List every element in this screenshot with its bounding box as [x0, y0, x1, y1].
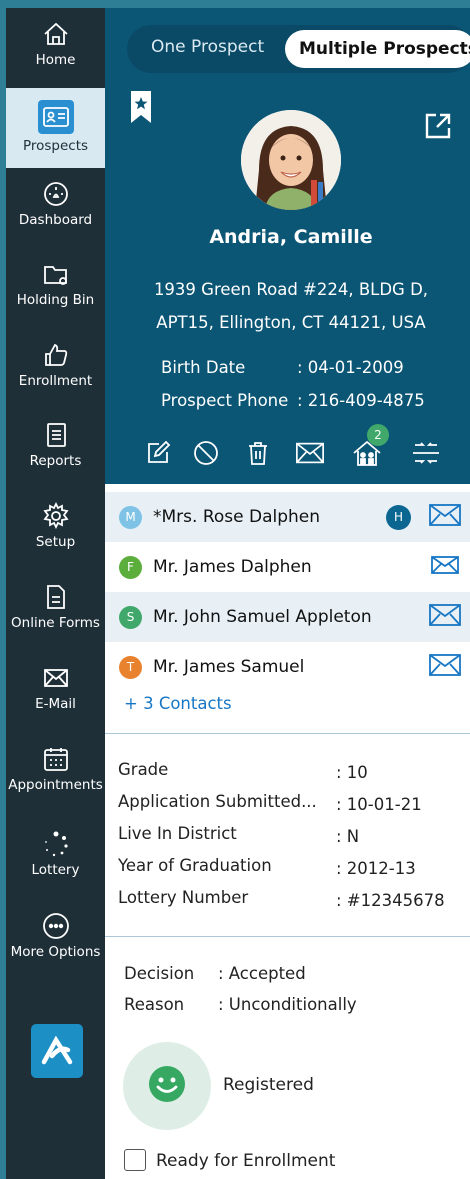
- detail-label: Grade: [118, 760, 169, 779]
- detail-label: Year of Graduation: [118, 856, 272, 875]
- prospect-header: One Prospect Multiple Prospects Andria, …: [105, 8, 470, 484]
- contact-name: Mr. James Dalphen: [153, 557, 312, 577]
- contact-row[interactable]: F Mr. James Dalphen: [105, 542, 470, 592]
- detail-row-district: Live In District : N: [118, 824, 359, 846]
- decision-value: : Accepted: [218, 964, 306, 983]
- contact-row[interactable]: M *Mrs. Rose Dalphen H: [105, 492, 470, 542]
- detail-label: Live In District: [118, 824, 237, 843]
- detail-row-grade: Grade : 10: [118, 760, 368, 782]
- open-external-icon[interactable]: [423, 111, 453, 145]
- trash-icon[interactable]: [243, 438, 273, 468]
- decision-row: Decision : Accepted: [124, 964, 306, 983]
- status-label: Registered: [223, 1075, 314, 1095]
- detail-row-graduation: Year of Graduation : 2012-13: [118, 856, 416, 878]
- sidebar-item-reports[interactable]: Reports: [6, 421, 105, 491]
- contact-mail-icon[interactable]: [428, 552, 462, 582]
- contact-initial-badge: F: [119, 555, 142, 579]
- prospect-name: Andria, Camille: [209, 226, 373, 248]
- sidebar-item-lottery[interactable]: Lottery: [6, 830, 105, 900]
- smiley-icon: [147, 1064, 187, 1108]
- prospect-phone-label: Prospect Phone: [161, 391, 289, 410]
- tab-one-prospect[interactable]: One Prospect: [151, 37, 264, 57]
- sidebar: Home Prospects Dashboard Holding Bin Enr…: [6, 8, 105, 1179]
- household-count-badge: 2: [367, 424, 389, 446]
- address-line-1: 1939 Green Road #224, BLDG D,: [153, 280, 429, 299]
- email-icon[interactable]: [295, 438, 325, 468]
- tab-multiple-prospects[interactable]: Multiple Prospects: [285, 30, 470, 68]
- divider: [105, 733, 470, 734]
- contact-row[interactable]: T Mr. James Samuel: [105, 642, 470, 692]
- divider: [105, 936, 470, 937]
- detail-label: Application Submitted...: [118, 792, 317, 811]
- contact-mail-icon[interactable]: [428, 652, 462, 682]
- sidebar-item-more-options[interactable]: More Options: [6, 912, 105, 982]
- report-icon: [42, 421, 70, 449]
- bookmark-star-icon[interactable]: [129, 91, 153, 129]
- action-bar: [105, 436, 470, 472]
- contact-name: Mr. John Samuel Appleton: [153, 607, 372, 627]
- block-icon[interactable]: [191, 438, 221, 468]
- prospect-mode-toggle: One Prospect Multiple Prospects: [127, 25, 470, 73]
- contact-mail-icon[interactable]: [428, 502, 462, 532]
- detail-value: : N: [336, 827, 360, 846]
- edit-icon[interactable]: [143, 438, 173, 468]
- gear-icon: [42, 502, 70, 530]
- address-line-2: APT15, Ellington, CT 44121, USA: [156, 313, 426, 332]
- more-contacts-link[interactable]: + 3 Contacts: [124, 694, 232, 713]
- sidebar-item-enrollment[interactable]: Enrollment: [6, 341, 105, 411]
- sidebar-item-home[interactable]: Home: [6, 20, 105, 92]
- birth-date-label: Birth Date: [161, 358, 246, 377]
- decision-label: Decision: [124, 964, 195, 983]
- main-panel: One Prospect Multiple Prospects Andria, …: [105, 8, 470, 1179]
- detail-label: Lottery Number: [118, 888, 249, 907]
- dashboard-icon: [42, 180, 70, 208]
- avatar: [241, 110, 341, 210]
- contact-initial-badge: M: [119, 505, 142, 529]
- birth-date-row: Birth Date : 04-01-2009: [161, 358, 404, 377]
- more-icon: [42, 912, 70, 940]
- sidebar-item-appointments[interactable]: Appointments: [6, 745, 105, 815]
- home-icon: [42, 20, 70, 48]
- sidebar-item-setup[interactable]: Setup: [6, 502, 105, 572]
- contact-initial-badge: T: [119, 655, 142, 679]
- birth-date-value: : 04-01-2009: [297, 358, 404, 377]
- folder-icon: [42, 260, 70, 288]
- detail-value: : 10: [336, 763, 368, 782]
- status-circle: [123, 1042, 211, 1130]
- reason-row: Reason : Unconditionally: [124, 995, 357, 1014]
- detail-value: : #12345678: [336, 891, 445, 910]
- form-icon: [42, 583, 70, 611]
- home-contact-badge: H: [386, 504, 411, 530]
- reason-label: Reason: [124, 995, 185, 1014]
- reason-value: : Unconditionally: [218, 995, 357, 1014]
- sidebar-item-email[interactable]: E-Mail: [6, 664, 105, 734]
- id-card-icon: [37, 100, 74, 134]
- sidebar-item-dashboard[interactable]: Dashboard: [6, 180, 105, 250]
- detail-value: : 2012-13: [336, 859, 416, 878]
- ready-for-enrollment-label: Ready for Enrollment: [156, 1151, 336, 1171]
- ready-for-enrollment-checkbox[interactable]: [124, 1149, 146, 1171]
- sidebar-item-prospects[interactable]: Prospects: [6, 88, 105, 168]
- thumbs-up-icon: [42, 341, 70, 369]
- prospect-phone-row: Prospect Phone : 216-409-4875: [161, 391, 425, 410]
- prospect-phone-value: : 216-409-4875: [297, 391, 425, 410]
- contact-name: Mr. James Samuel: [153, 657, 305, 677]
- contact-initial-badge: S: [119, 605, 142, 629]
- detail-value: : 10-01-21: [336, 795, 422, 814]
- sidebar-item-online-forms[interactable]: Online Forms: [6, 583, 105, 653]
- contact-mail-icon[interactable]: [428, 602, 462, 632]
- contact-row[interactable]: S Mr. John Samuel Appleton: [105, 592, 470, 642]
- detail-row-lottery: Lottery Number : #12345678: [118, 888, 445, 910]
- contact-name: *Mrs. Rose Dalphen: [153, 507, 321, 527]
- sidebar-item-holding-bin[interactable]: Holding Bin: [6, 260, 105, 330]
- merge-icon[interactable]: [411, 438, 441, 468]
- calendar-icon: [42, 745, 70, 773]
- lottery-icon: [42, 830, 70, 858]
- mail-icon: [42, 664, 70, 692]
- app-logo: [31, 1024, 83, 1078]
- detail-row-application: Application Submitted... : 10-01-21: [118, 792, 422, 814]
